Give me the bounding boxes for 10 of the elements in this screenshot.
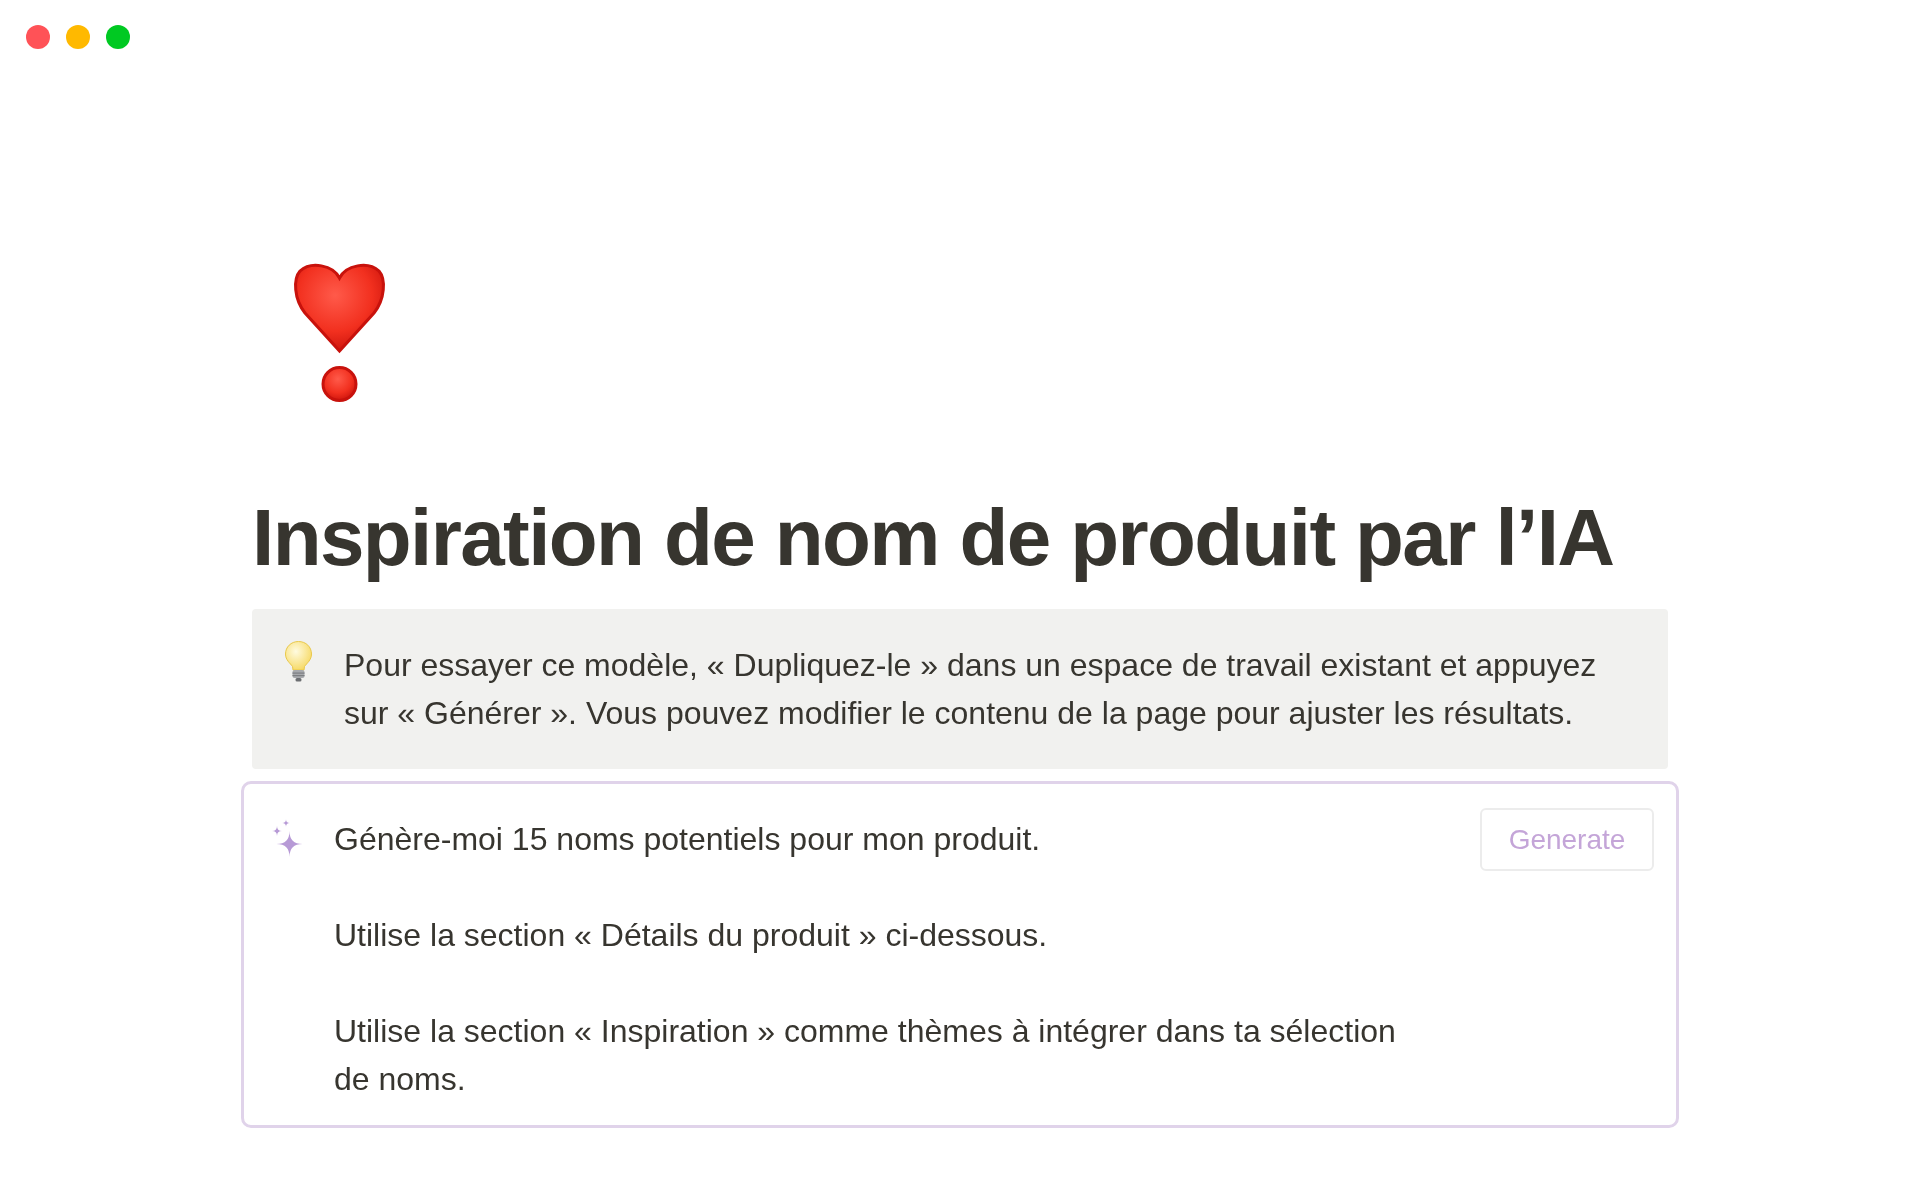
close-button[interactable] bbox=[26, 25, 50, 49]
generate-button[interactable]: Generate bbox=[1480, 808, 1654, 871]
prompt-text: Utilise la section « Inspiration » comme thèmes à intégrer dans ta sélection de noms. bbox=[334, 1012, 1397, 1099]
page-title: Inspiration de nom de produit par l’IA bbox=[252, 492, 1615, 584]
prompt-text: Génère-moi 15 noms potentiels pour mon produit. bbox=[334, 820, 1042, 859]
zoom-button[interactable] bbox=[106, 25, 130, 49]
callout-text: Pour essayer ce modèle, « Dupliquez-le » dans un espace de travail existant et appuyez sur « Générer ». Vous pouvez modifier le contenu de la page pour ajuster les résultats. bbox=[344, 646, 1598, 733]
lightbulb-icon bbox=[285, 641, 312, 682]
minimize-button[interactable] bbox=[66, 25, 90, 49]
prompt-text: Utilise la section « Détails du produit » ci-dessous. bbox=[334, 916, 1049, 955]
